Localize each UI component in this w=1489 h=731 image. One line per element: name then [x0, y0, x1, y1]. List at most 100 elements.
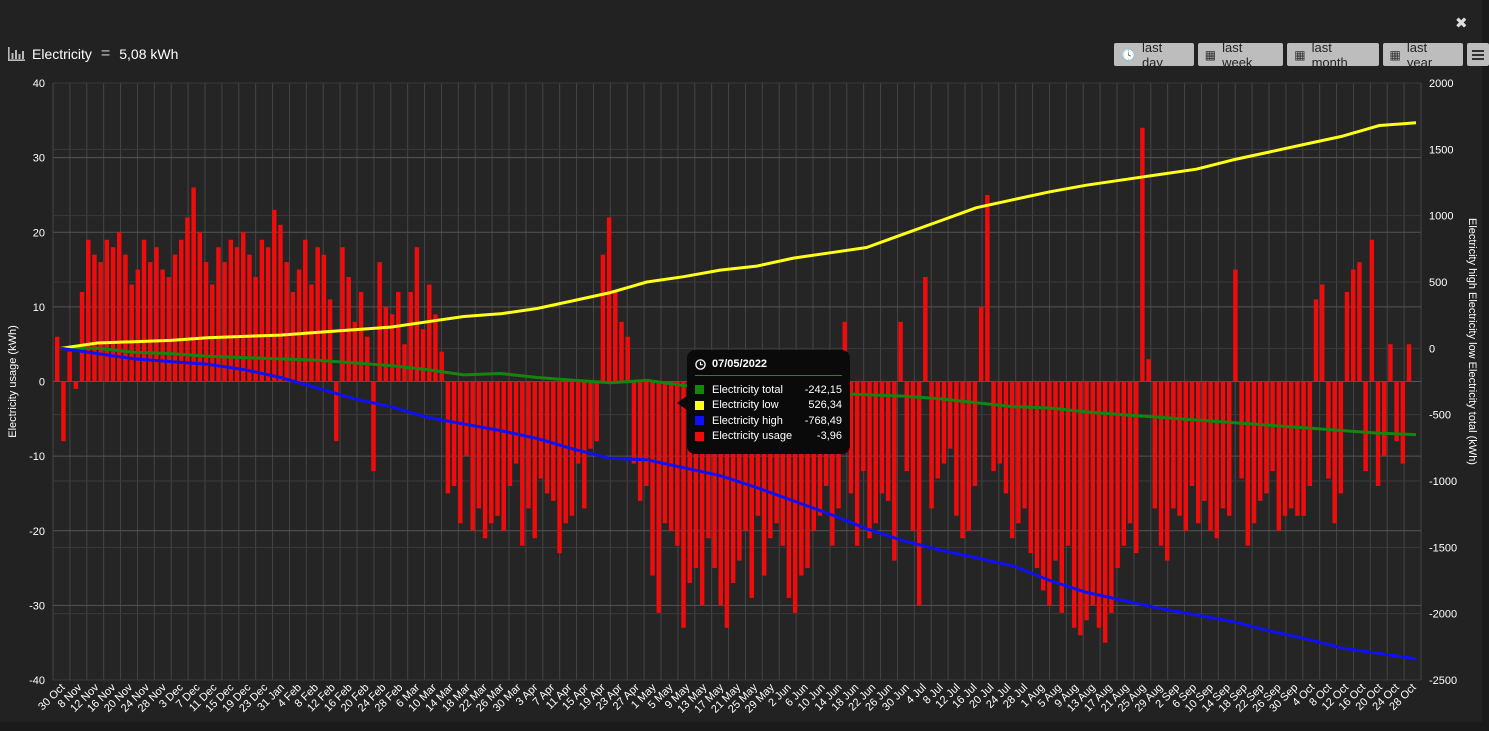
usage-bar: [191, 187, 196, 382]
usage-bar: [1084, 381, 1089, 621]
usage-bar: [941, 381, 947, 464]
usage-bar: [185, 217, 190, 382]
usage-bar: [1171, 381, 1176, 509]
y-right-tick-label: -2500: [1429, 675, 1457, 687]
usage-bar: [600, 254, 606, 382]
usage-bar: [1096, 381, 1102, 628]
usage-bar: [532, 381, 537, 539]
usage-bar: [873, 381, 878, 524]
legend-swatch-usage: [695, 431, 704, 441]
usage-bar: [327, 299, 333, 382]
usage-bar: [520, 381, 525, 546]
usage-bar: [947, 381, 953, 449]
usage-bar: [637, 381, 643, 501]
usage-bar: [1102, 381, 1108, 643]
usage-bar: [265, 247, 271, 382]
usage-bar: [1400, 381, 1406, 464]
usage-bar: [476, 381, 482, 509]
usage-bar: [259, 239, 265, 382]
y-left-tick-label: -10: [29, 451, 45, 463]
usage-bar: [631, 381, 637, 464]
usage-bar: [482, 381, 488, 539]
usage-bar: [1363, 381, 1368, 472]
usage-bar: [495, 381, 500, 516]
usage-bar: [582, 381, 587, 509]
usage-bar: [1034, 381, 1040, 569]
usage-bar: [1115, 381, 1120, 569]
usage-bar: [1282, 381, 1288, 516]
y-right-tick-label: 500: [1429, 277, 1447, 289]
usage-bar: [526, 381, 531, 509]
usage-bar: [898, 321, 903, 382]
usage-bar: [892, 381, 897, 561]
usage-bar: [1301, 381, 1306, 516]
usage-bar: [148, 262, 153, 382]
usage-bar: [79, 291, 85, 382]
y-right-tick-label: 2000: [1429, 78, 1453, 90]
y-left-axis-label: Electricity usage (kWh): [7, 325, 19, 437]
usage-bar: [662, 381, 668, 524]
usage-bar: [371, 381, 376, 472]
tooltip-row-value: -3,96: [816, 430, 842, 443]
tooltip-row-value: 526,34: [808, 399, 842, 412]
usage-bar: [284, 262, 289, 382]
usage-bar: [489, 381, 494, 524]
usage-bar: [879, 381, 885, 494]
usage-bar: [619, 321, 624, 382]
usage-bar: [92, 254, 97, 382]
usage-bar: [98, 262, 103, 382]
usage-bar: [1319, 284, 1325, 382]
usage-bar: [563, 381, 568, 524]
y-left-tick-label: 30: [33, 153, 45, 165]
usage-bar: [1059, 381, 1065, 613]
usage-bar: [1047, 381, 1052, 606]
usage-bar: [321, 254, 327, 382]
usage-bar: [916, 381, 922, 606]
tooltip-row-name: Electricity low: [712, 399, 779, 412]
usage-bar: [544, 381, 550, 494]
tooltip-row: Electricity high -768,49: [695, 413, 842, 429]
usage-bar: [923, 277, 928, 382]
usage-bar: [1208, 381, 1213, 531]
usage-bar: [1140, 127, 1145, 382]
usage-bar: [1332, 381, 1337, 524]
usage-bar: [458, 381, 463, 524]
y-right-tick-label: 0: [1429, 343, 1435, 355]
usage-bar: [1177, 381, 1182, 516]
usage-bar: [1381, 381, 1387, 457]
usage-bar: [681, 381, 686, 628]
usage-bar: [606, 217, 612, 382]
legend-swatch-total: [695, 385, 704, 395]
usage-bar: [656, 381, 661, 613]
usage-bar: [104, 239, 110, 382]
usage-bar: [1406, 344, 1412, 382]
usage-bar: [358, 291, 364, 382]
clock-icon: [695, 358, 706, 370]
usage-bar: [991, 381, 996, 472]
usage-bar: [650, 381, 655, 576]
usage-bar: [501, 381, 506, 531]
usage-bar: [1276, 381, 1282, 531]
usage-bar: [613, 291, 618, 382]
usage-bar: [997, 381, 1003, 464]
usage-bar: [272, 209, 277, 382]
usage-bar: [55, 336, 60, 382]
usage-bar: [1016, 381, 1021, 524]
tooltip-header: 07/05/2022: [695, 358, 842, 376]
usage-bar: [179, 239, 184, 382]
tooltip-row-name: Electricity high: [712, 414, 783, 427]
y-right-tick-label: 1000: [1429, 211, 1453, 223]
y-right-tick-label: -2000: [1429, 609, 1457, 621]
y-left-tick-label: -30: [29, 600, 45, 612]
usage-bar: [644, 381, 649, 486]
usage-bar: [1189, 381, 1195, 486]
usage-bar: [538, 381, 544, 479]
usage-bar: [253, 277, 258, 382]
usage-bar: [966, 381, 971, 531]
usage-bar: [210, 284, 215, 382]
usage-bar: [1313, 299, 1319, 382]
usage-bar: [594, 381, 599, 442]
y-right-tick-label: -1000: [1429, 476, 1457, 488]
usage-bar: [668, 381, 674, 531]
usage-bar: [867, 381, 872, 539]
